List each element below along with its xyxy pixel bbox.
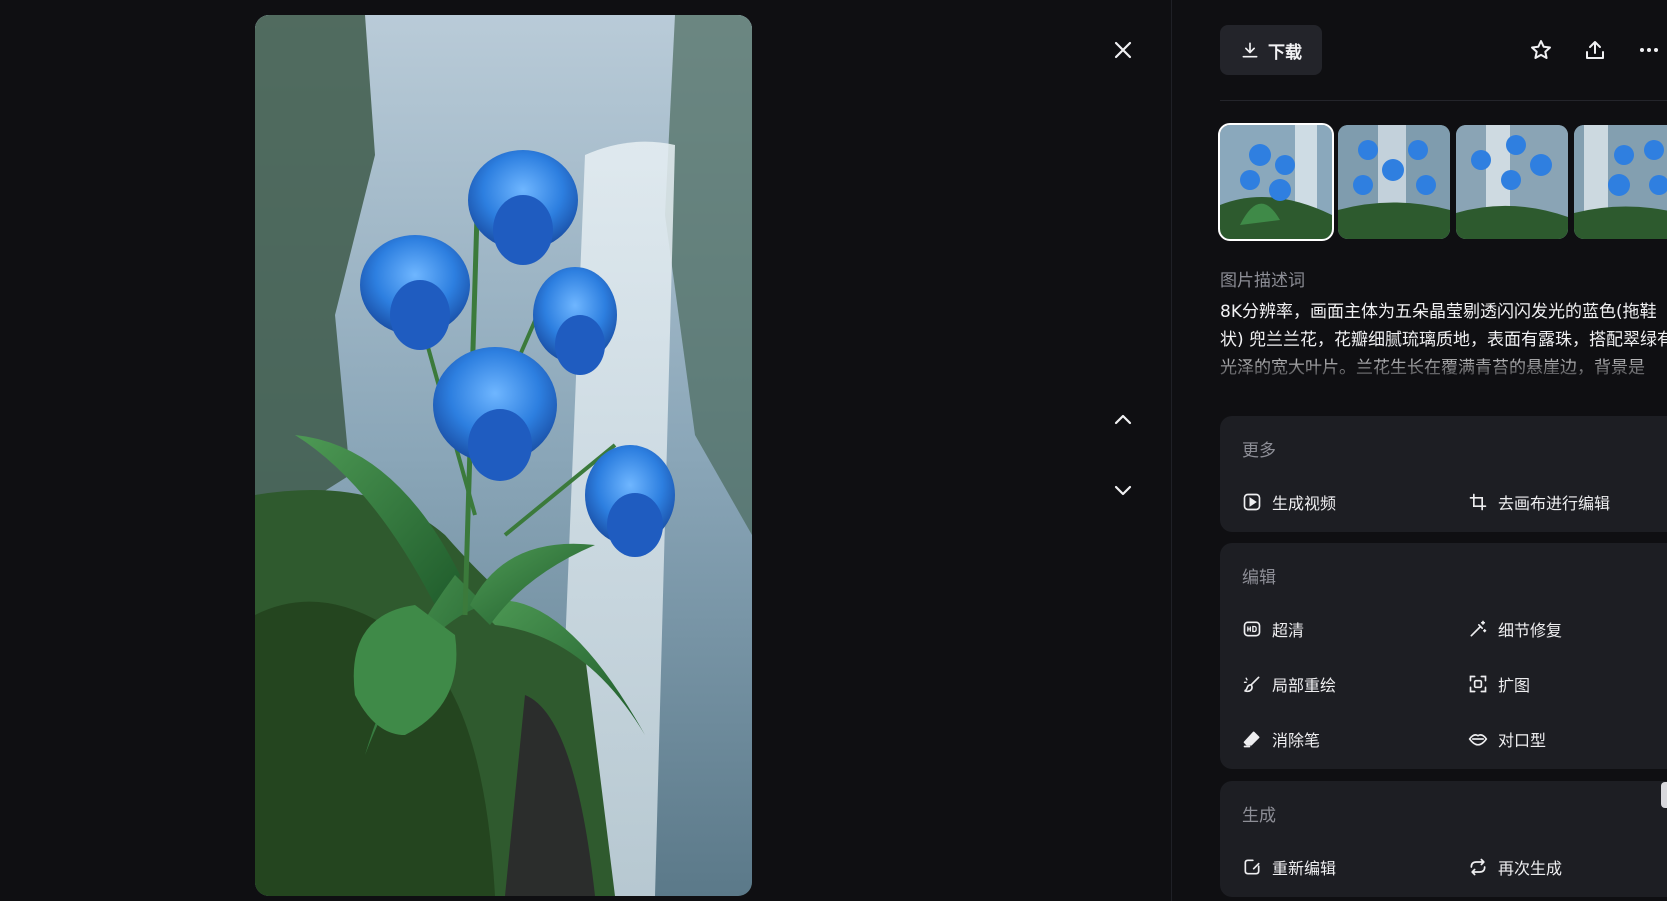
close-icon xyxy=(1114,41,1132,59)
action-label: 局部重绘 xyxy=(1272,676,1337,695)
share-icon xyxy=(1586,41,1604,59)
action-label: 细节修复 xyxy=(1498,621,1563,640)
action-label: 超清 xyxy=(1272,621,1305,640)
thumbnail-2[interactable] xyxy=(1338,125,1450,239)
thumbnail-image xyxy=(1338,125,1450,239)
thumbnail-image xyxy=(1574,125,1667,239)
generate-video-button[interactable]: 生成视频 xyxy=(1242,490,1336,514)
thumbnail-1[interactable] xyxy=(1218,123,1334,241)
close-button[interactable] xyxy=(1105,32,1141,68)
panel-toolbar: 下载 xyxy=(1220,25,1667,75)
lip-sync-button[interactable]: 对口型 xyxy=(1468,727,1546,751)
brush-icon xyxy=(1243,676,1260,693)
star-icon xyxy=(1531,40,1551,59)
scroll-indicator[interactable] xyxy=(1661,782,1667,808)
description-text: 8K分辨率，画面主体为五朵晶莹剔透闪闪发光的蓝色(拖鞋状) 兜兰兰花，花瓣细腻琉… xyxy=(1220,302,1667,378)
description-title: 图片描述词 xyxy=(1220,271,1305,291)
download-button[interactable]: 下载 xyxy=(1220,25,1322,75)
download-icon xyxy=(1242,42,1258,58)
previous-image-button[interactable] xyxy=(1105,402,1141,438)
next-image-button[interactable] xyxy=(1105,472,1141,508)
image-viewer xyxy=(0,0,1172,901)
share-button[interactable] xyxy=(1577,32,1613,68)
thumbnail-strip xyxy=(1218,123,1667,241)
play-video-icon xyxy=(1243,493,1261,511)
main-image[interactable] xyxy=(255,15,752,896)
details-panel: 下载 图片描述词 8K分辨率，画面主体为五朵晶莹剔透闪闪发光的蓝色(拖鞋状) 兜… xyxy=(1172,0,1667,901)
more-button[interactable] xyxy=(1631,32,1667,68)
more-icon xyxy=(1640,48,1658,52)
favorite-button[interactable] xyxy=(1523,32,1559,68)
inpaint-button[interactable]: 局部重绘 xyxy=(1242,672,1336,696)
expand-icon xyxy=(1469,675,1487,693)
thumbnail-image xyxy=(1456,125,1568,239)
action-label: 生成视频 xyxy=(1272,494,1337,513)
more-section: 更多 生成视频 去画布进行编辑 xyxy=(1220,416,1667,532)
action-label: 重新编辑 xyxy=(1272,859,1337,878)
action-label: 消除笔 xyxy=(1272,731,1321,750)
detail-repair-button[interactable]: 细节修复 xyxy=(1468,617,1562,641)
orchid-waterfall-image xyxy=(255,15,752,896)
generate-section: 生成 重新编辑 再次生成 xyxy=(1220,781,1667,897)
toolbar-divider xyxy=(1220,100,1667,101)
regenerate-button[interactable]: 再次生成 xyxy=(1468,855,1562,879)
edit-icon xyxy=(1244,859,1260,875)
re-edit-button[interactable]: 重新编辑 xyxy=(1242,855,1336,879)
thumbnail-image xyxy=(1220,125,1332,239)
action-label: 再次生成 xyxy=(1498,859,1563,878)
chevron-down-icon xyxy=(1114,485,1132,496)
action-label: 扩图 xyxy=(1498,676,1531,695)
crop-canvas-icon xyxy=(1469,493,1487,511)
chevron-up-icon xyxy=(1114,414,1132,425)
edit-section-title: 编辑 xyxy=(1242,568,1276,588)
eraser-icon xyxy=(1243,731,1260,748)
hd-upscale-button[interactable]: 超清 xyxy=(1242,617,1304,641)
lips-icon xyxy=(1468,734,1488,746)
magic-wand-icon xyxy=(1470,620,1487,637)
edit-on-canvas-button[interactable]: 去画布进行编辑 xyxy=(1468,490,1610,514)
toolbar-icons xyxy=(1523,32,1667,68)
edit-section: 编辑 超清 细节修复 局部重绘 扩图 消除笔 对口型 xyxy=(1220,543,1667,769)
more-section-title: 更多 xyxy=(1242,441,1276,461)
eraser-button[interactable]: 消除笔 xyxy=(1242,727,1320,751)
hd-icon xyxy=(1243,621,1261,637)
action-label: 去画布进行编辑 xyxy=(1498,494,1611,513)
regenerate-icon xyxy=(1470,858,1486,876)
action-label: 对口型 xyxy=(1498,731,1547,750)
outpaint-button[interactable]: 扩图 xyxy=(1468,672,1530,696)
download-label: 下载 xyxy=(1268,42,1302,63)
thumbnail-4[interactable] xyxy=(1574,125,1667,239)
thumbnail-3[interactable] xyxy=(1456,125,1568,239)
generate-section-title: 生成 xyxy=(1242,806,1276,826)
